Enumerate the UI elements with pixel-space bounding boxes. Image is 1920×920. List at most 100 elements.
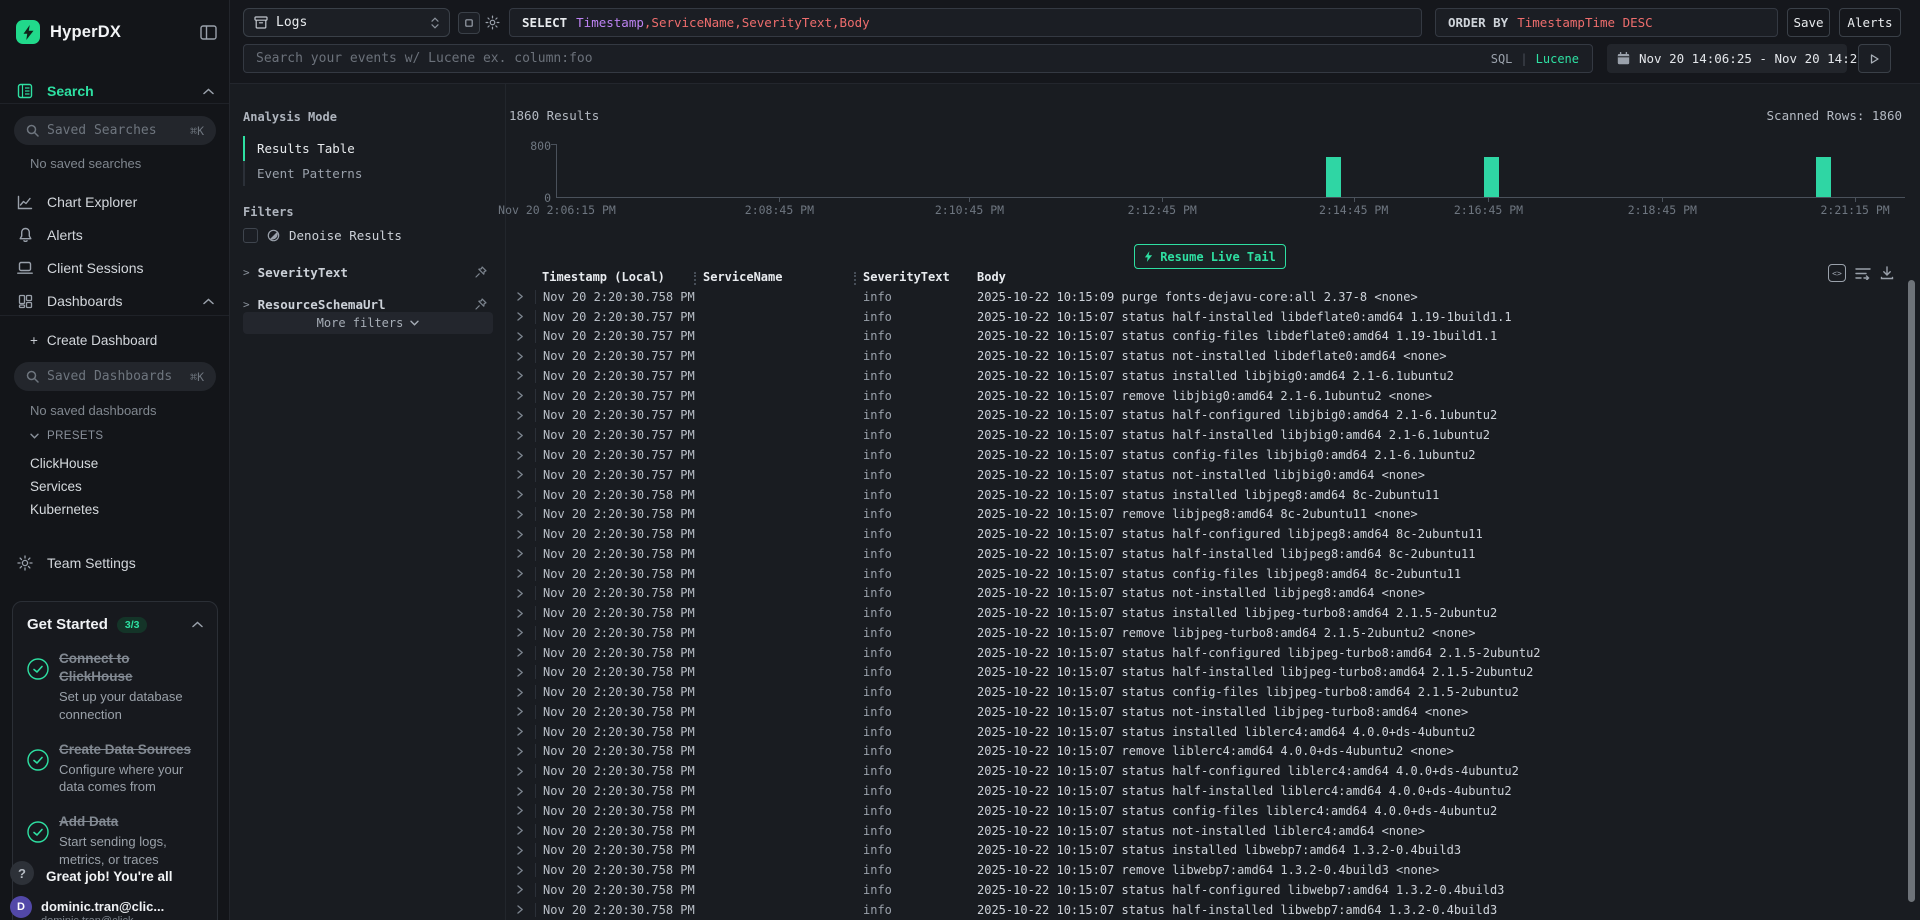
column-header-servicename[interactable]: ServiceName (703, 270, 863, 284)
table-row[interactable]: Nov 20 2:20:30.758 PMinfo2025-10-22 10:1… (505, 504, 1913, 524)
histogram-bar[interactable] (1816, 157, 1831, 197)
analysis-mode-option[interactable]: Event Patterns (243, 161, 495, 186)
chevron-up-icon[interactable] (203, 298, 214, 305)
expand-row-chevron-icon[interactable] (505, 668, 535, 677)
get-started-header[interactable]: Get Started 3/3 (27, 616, 203, 633)
table-row[interactable]: Nov 20 2:20:30.758 PMinfo2025-10-22 10:1… (505, 485, 1913, 505)
expand-row-chevron-icon[interactable] (505, 530, 535, 539)
order-by-input[interactable]: ORDER BY TimestampTime DESC (1435, 8, 1778, 37)
table-row[interactable]: Nov 20 2:20:30.758 PMinfo2025-10-22 10:1… (505, 781, 1913, 801)
date-range-picker[interactable]: Nov 20 14:06:25 - Nov 20 14:21:25 (1607, 44, 1847, 73)
sql-mode-option[interactable]: SQL (1491, 52, 1513, 66)
expand-row-chevron-icon[interactable] (505, 569, 535, 578)
sidebar-item-team-settings[interactable]: Team Settings (0, 550, 230, 576)
table-row[interactable]: Nov 20 2:20:30.758 PMinfo2025-10-22 10:1… (505, 682, 1913, 702)
table-row[interactable]: Nov 20 2:20:30.758 PMinfo2025-10-22 10:1… (505, 900, 1913, 920)
alerts-button[interactable]: Alerts (1839, 8, 1901, 37)
save-button[interactable]: Save (1787, 8, 1830, 37)
saved-dashboards-input[interactable]: Saved Dashboards ⌘K (14, 362, 216, 391)
expand-row-chevron-icon[interactable] (505, 431, 535, 440)
expand-row-chevron-icon[interactable] (505, 885, 535, 894)
table-row[interactable]: Nov 20 2:20:30.758 PMinfo2025-10-22 10:1… (505, 860, 1913, 880)
table-row[interactable]: Nov 20 2:20:30.758 PMinfo2025-10-22 10:1… (505, 544, 1913, 564)
collapse-sidebar-icon[interactable] (200, 25, 217, 40)
column-header-timestamp[interactable]: Timestamp (Local) (535, 270, 703, 284)
table-row[interactable]: Nov 20 2:20:30.758 PMinfo2025-10-22 10:1… (505, 623, 1913, 643)
preset-item[interactable]: ClickHouse (30, 452, 99, 475)
saved-searches-input[interactable]: Saved Searches ⌘K (14, 116, 216, 145)
table-row[interactable]: Nov 20 2:20:30.758 PMinfo2025-10-22 10:1… (505, 564, 1913, 584)
source-select[interactable]: Logs (243, 8, 450, 37)
expand-row-chevron-icon[interactable] (505, 490, 535, 499)
run-query-button[interactable] (1858, 44, 1891, 73)
expand-row-chevron-icon[interactable] (505, 905, 535, 914)
user-menu[interactable]: D dominic.tran@clic... (10, 893, 220, 920)
expand-row-chevron-icon[interactable] (505, 628, 535, 637)
pin-icon[interactable] (475, 298, 487, 310)
search-input[interactable] (243, 44, 1593, 73)
expand-row-chevron-icon[interactable] (505, 352, 535, 361)
table-row[interactable]: Nov 20 2:20:30.758 PMinfo2025-10-22 10:1… (505, 643, 1913, 663)
table-row[interactable]: Nov 20 2:20:30.758 PMinfo2025-10-22 10:1… (505, 702, 1913, 722)
expand-row-chevron-icon[interactable] (505, 866, 535, 875)
get-started-item[interactable]: Connect to ClickHouseSet up your databas… (27, 650, 203, 724)
table-row[interactable]: Nov 20 2:20:30.758 PMinfo2025-10-22 10:1… (505, 722, 1913, 742)
hyperdx-logo-icon[interactable] (16, 20, 40, 44)
expand-row-chevron-icon[interactable] (505, 747, 535, 756)
expand-row-chevron-icon[interactable] (505, 707, 535, 716)
expand-row-chevron-icon[interactable] (505, 371, 535, 380)
expand-row-chevron-icon[interactable] (505, 332, 535, 341)
preset-item[interactable]: Services (30, 475, 99, 498)
more-filters-button[interactable]: More filters (243, 312, 493, 334)
select-columns-input[interactable]: SELECT Timestamp ,ServiceName,SeverityTe… (509, 8, 1422, 37)
sidebar-item-alerts[interactable]: Alerts (0, 222, 230, 248)
sidebar-item-search[interactable]: Search (0, 78, 230, 104)
table-row[interactable]: Nov 20 2:20:30.757 PMinfo2025-10-22 10:1… (505, 425, 1913, 445)
source-compact-toggle-icon[interactable] (458, 12, 480, 34)
table-row[interactable]: Nov 20 2:20:30.758 PMinfo2025-10-22 10:1… (505, 801, 1913, 821)
help-button[interactable]: ? (10, 861, 34, 885)
table-row[interactable]: Nov 20 2:20:30.757 PMinfo2025-10-22 10:1… (505, 465, 1913, 485)
table-row[interactable]: Nov 20 2:20:30.758 PMinfo2025-10-22 10:1… (505, 663, 1913, 683)
preset-item[interactable]: Kubernetes (30, 498, 99, 521)
expand-row-chevron-icon[interactable] (505, 648, 535, 657)
table-row[interactable]: Nov 20 2:20:30.758 PMinfo2025-10-22 10:1… (505, 603, 1913, 623)
create-dashboard-button[interactable]: + Create Dashboard (0, 327, 230, 353)
table-row[interactable]: Nov 20 2:20:30.758 PMinfo2025-10-22 10:1… (505, 821, 1913, 841)
expand-row-chevron-icon[interactable] (505, 510, 535, 519)
expand-row-chevron-icon[interactable] (505, 470, 535, 479)
presets-toggle[interactable]: PRESETS (30, 430, 103, 442)
expand-row-chevron-icon[interactable] (505, 609, 535, 618)
table-row[interactable]: Nov 20 2:20:30.757 PMinfo2025-10-22 10:1… (505, 307, 1913, 327)
resume-live-tail-button[interactable]: Resume Live Tail (1134, 244, 1286, 269)
get-started-item[interactable]: Create Data SourcesConfigure where your … (27, 741, 203, 796)
expand-row-chevron-icon[interactable] (505, 727, 535, 736)
column-header-severitytext[interactable]: SeverityText (863, 270, 977, 284)
expand-row-chevron-icon[interactable] (505, 411, 535, 420)
expand-row-chevron-icon[interactable] (505, 787, 535, 796)
expand-row-chevron-icon[interactable] (505, 312, 535, 321)
expand-row-chevron-icon[interactable] (505, 767, 535, 776)
chevron-up-icon[interactable] (192, 621, 203, 628)
get-started-item[interactable]: Add DataStart sending logs, metrics, or … (27, 813, 203, 868)
pin-icon[interactable] (475, 266, 487, 278)
analysis-mode-option[interactable]: Results Table (243, 136, 495, 161)
expand-row-chevron-icon[interactable] (505, 451, 535, 460)
expand-row-chevron-icon[interactable] (505, 292, 535, 301)
expand-row-chevron-icon[interactable] (505, 826, 535, 835)
table-row[interactable]: Nov 20 2:20:30.758 PMinfo2025-10-22 10:1… (505, 583, 1913, 603)
sidebar-item-dashboards[interactable]: Dashboards (0, 288, 230, 314)
table-row[interactable]: Nov 20 2:20:30.757 PMinfo2025-10-22 10:1… (505, 445, 1913, 465)
expand-row-chevron-icon[interactable] (505, 391, 535, 400)
table-row[interactable]: Nov 20 2:20:30.757 PMinfo2025-10-22 10:1… (505, 406, 1913, 426)
denoise-results-toggle[interactable]: Denoise Results (243, 228, 402, 243)
table-row[interactable]: Nov 20 2:20:30.758 PMinfo2025-10-22 10:1… (505, 840, 1913, 860)
sidebar-item-client-sessions[interactable]: Client Sessions (0, 255, 230, 281)
table-row[interactable]: Nov 20 2:20:30.758 PMinfo2025-10-22 10:1… (505, 287, 1913, 307)
table-row[interactable]: Nov 20 2:20:30.757 PMinfo2025-10-22 10:1… (505, 366, 1913, 386)
table-row[interactable]: Nov 20 2:20:30.758 PMinfo2025-10-22 10:1… (505, 742, 1913, 762)
expand-row-chevron-icon[interactable] (505, 589, 535, 598)
table-row[interactable]: Nov 20 2:20:30.758 PMinfo2025-10-22 10:1… (505, 761, 1913, 781)
expand-row-chevron-icon[interactable] (505, 549, 535, 558)
filter-field-row[interactable]: >SeverityText (243, 256, 495, 288)
